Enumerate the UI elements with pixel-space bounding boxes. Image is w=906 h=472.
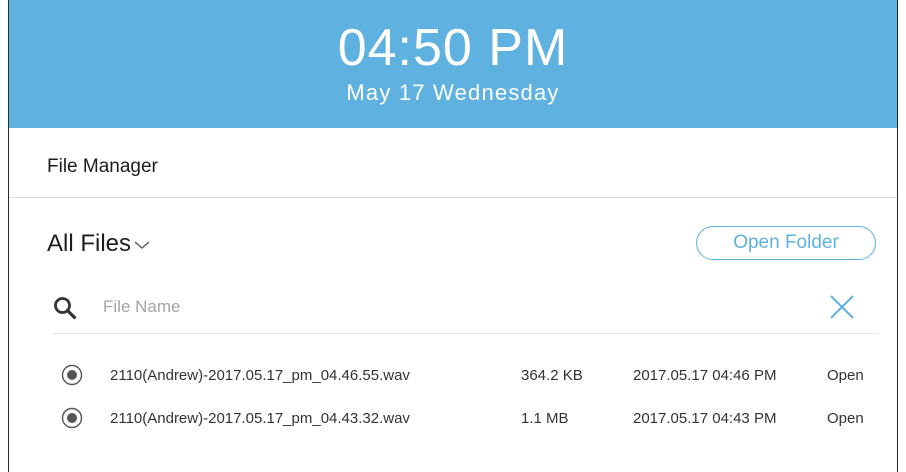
search-input[interactable] bbox=[103, 292, 803, 322]
radio-icon[interactable] bbox=[61, 364, 83, 386]
app-window: 04:50 PM May 17 Wednesday File Manager A… bbox=[8, 0, 898, 472]
page-title: File Manager bbox=[47, 156, 158, 177]
file-date: 2017.05.17 04:46 PM bbox=[633, 367, 777, 384]
file-row: 2110(Andrew)-2017.05.17_pm_04.46.55.wav … bbox=[9, 361, 897, 391]
divider bbox=[53, 333, 877, 334]
open-file-link[interactable]: Open bbox=[827, 367, 864, 384]
radio-icon[interactable] bbox=[61, 407, 83, 429]
file-filter-label: All Files bbox=[47, 230, 132, 257]
file-date: 2017.05.17 04:43 PM bbox=[633, 410, 777, 427]
file-size: 1.1 MB bbox=[521, 410, 569, 427]
clock-time: 04:50 PM bbox=[337, 19, 569, 77]
chevron-down-icon bbox=[134, 237, 150, 255]
open-folder-button[interactable]: Open Folder bbox=[696, 226, 876, 260]
file-name: 2110(Andrew)-2017.05.17_pm_04.46.55.wav bbox=[110, 367, 410, 384]
file-size: 364.2 KB bbox=[521, 367, 583, 384]
clock-date: May 17 Wednesday bbox=[346, 80, 560, 105]
clock-header: 04:50 PM May 17 Wednesday bbox=[9, 0, 897, 128]
divider bbox=[9, 197, 897, 198]
close-icon[interactable] bbox=[829, 294, 855, 320]
file-row: 2110(Andrew)-2017.05.17_pm_04.43.32.wav … bbox=[9, 404, 897, 434]
file-name: 2110(Andrew)-2017.05.17_pm_04.43.32.wav bbox=[110, 410, 410, 427]
file-filter-dropdown[interactable]: All Files bbox=[47, 230, 150, 258]
open-file-link[interactable]: Open bbox=[827, 410, 864, 427]
search-icon bbox=[53, 296, 77, 320]
